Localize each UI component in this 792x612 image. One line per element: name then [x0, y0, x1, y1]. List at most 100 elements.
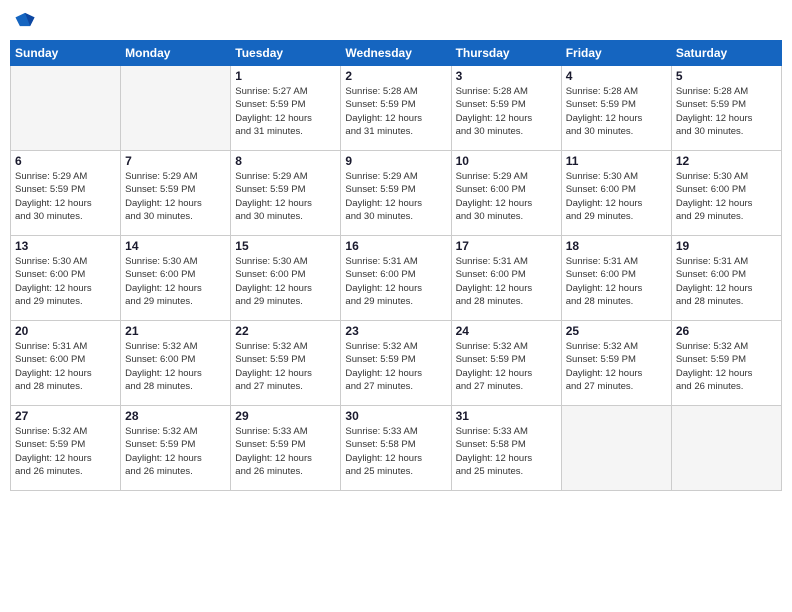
day-number: 3	[456, 69, 557, 83]
day-number: 31	[456, 409, 557, 423]
day-number: 4	[566, 69, 667, 83]
day-number: 16	[345, 239, 446, 253]
calendar-header-row: SundayMondayTuesdayWednesdayThursdayFrid…	[11, 41, 782, 66]
day-info: Sunrise: 5:27 AM Sunset: 5:59 PM Dayligh…	[235, 85, 336, 138]
calendar-cell: 19 Sunrise: 5:31 AM Sunset: 6:00 PM Dayli…	[671, 236, 781, 321]
day-number: 8	[235, 154, 336, 168]
day-number: 1	[235, 69, 336, 83]
calendar-cell: 29Sunrise: 5:33 AM Sunset: 5:59 PM Dayli…	[231, 406, 341, 491]
day-number: 13	[15, 239, 116, 253]
day-number: 18	[566, 239, 667, 253]
day-number: 30	[345, 409, 446, 423]
day-info: Sunrise: 5:32 AM Sunset: 5:59 PM Dayligh…	[345, 340, 446, 393]
weekday-header-sunday: Sunday	[11, 41, 121, 66]
calendar-cell: 26 Sunrise: 5:32 AM Sunset: 5:59 PM Dayli…	[671, 321, 781, 406]
day-number: 17	[456, 239, 557, 253]
day-info: Sunrise: 5:31 AM Sunset: 6:00 PM Dayligh…	[676, 255, 777, 308]
day-info: Sunrise: 5:32 AM Sunset: 5:59 PM Dayligh…	[456, 340, 557, 393]
calendar-cell: 9 Sunrise: 5:29 AM Sunset: 5:59 PM Daylig…	[341, 151, 451, 236]
day-info: Sunrise: 5:32 AM Sunset: 5:59 PM Dayligh…	[676, 340, 777, 393]
day-info: Sunrise: 5:31 AM Sunset: 6:00 PM Dayligh…	[345, 255, 446, 308]
calendar-cell: 23 Sunrise: 5:32 AM Sunset: 5:59 PM Dayli…	[341, 321, 451, 406]
day-info: Sunrise: 5:32 AM Sunset: 5:59 PM Dayligh…	[235, 340, 336, 393]
day-info: Sunrise: 5:29 AM Sunset: 5:59 PM Dayligh…	[125, 170, 226, 223]
calendar-cell: 16 Sunrise: 5:31 AM Sunset: 6:00 PM Dayli…	[341, 236, 451, 321]
calendar-cell	[121, 66, 231, 151]
day-number: 22	[235, 324, 336, 338]
day-number: 23	[345, 324, 446, 338]
day-info: Sunrise: 5:29 AM Sunset: 5:59 PM Dayligh…	[345, 170, 446, 223]
calendar-cell: 8Sunrise: 5:29 AM Sunset: 5:59 PM Daylig…	[231, 151, 341, 236]
calendar-cell: 10Sunrise: 5:29 AM Sunset: 6:00 PM Dayli…	[451, 151, 561, 236]
week-row-2: 6 Sunrise: 5:29 AM Sunset: 5:59 PM Daylig…	[11, 151, 782, 236]
day-number: 19	[676, 239, 777, 253]
day-number: 6	[15, 154, 116, 168]
calendar-cell: 3Sunrise: 5:28 AM Sunset: 5:59 PM Daylig…	[451, 66, 561, 151]
calendar-cell: 24 Sunrise: 5:32 AM Sunset: 5:59 PM Dayli…	[451, 321, 561, 406]
calendar-cell	[671, 406, 781, 491]
day-info: Sunrise: 5:32 AM Sunset: 5:59 PM Dayligh…	[125, 425, 226, 478]
day-number: 27	[15, 409, 116, 423]
day-number: 7	[125, 154, 226, 168]
weekday-header-friday: Friday	[561, 41, 671, 66]
day-info: Sunrise: 5:32 AM Sunset: 5:59 PM Dayligh…	[15, 425, 116, 478]
day-info: Sunrise: 5:31 AM Sunset: 6:00 PM Dayligh…	[456, 255, 557, 308]
calendar-cell: 2Sunrise: 5:28 AM Sunset: 5:59 PM Daylig…	[341, 66, 451, 151]
weekday-header-wednesday: Wednesday	[341, 41, 451, 66]
calendar-cell: 22 Sunrise: 5:32 AM Sunset: 5:59 PM Dayli…	[231, 321, 341, 406]
day-info: Sunrise: 5:30 AM Sunset: 6:00 PM Dayligh…	[125, 255, 226, 308]
day-info: Sunrise: 5:32 AM Sunset: 6:00 PM Dayligh…	[125, 340, 226, 393]
day-number: 15	[235, 239, 336, 253]
day-info: Sunrise: 5:32 AM Sunset: 5:59 PM Dayligh…	[566, 340, 667, 393]
day-info: Sunrise: 5:30 AM Sunset: 6:00 PM Dayligh…	[566, 170, 667, 223]
calendar-cell	[561, 406, 671, 491]
page-header	[10, 10, 782, 32]
calendar-cell: 28Sunrise: 5:32 AM Sunset: 5:59 PM Dayli…	[121, 406, 231, 491]
day-number: 14	[125, 239, 226, 253]
calendar-cell: 21 Sunrise: 5:32 AM Sunset: 6:00 PM Dayli…	[121, 321, 231, 406]
day-info: Sunrise: 5:28 AM Sunset: 5:59 PM Dayligh…	[676, 85, 777, 138]
weekday-header-saturday: Saturday	[671, 41, 781, 66]
day-info: Sunrise: 5:29 AM Sunset: 6:00 PM Dayligh…	[456, 170, 557, 223]
weekday-header-monday: Monday	[121, 41, 231, 66]
day-number: 25	[566, 324, 667, 338]
day-info: Sunrise: 5:30 AM Sunset: 6:00 PM Dayligh…	[676, 170, 777, 223]
week-row-4: 20Sunrise: 5:31 AM Sunset: 6:00 PM Dayli…	[11, 321, 782, 406]
day-info: Sunrise: 5:31 AM Sunset: 6:00 PM Dayligh…	[15, 340, 116, 393]
day-number: 21	[125, 324, 226, 338]
week-row-1: 1 Sunrise: 5:27 AM Sunset: 5:59 PM Daylig…	[11, 66, 782, 151]
week-row-5: 27 Sunrise: 5:32 AM Sunset: 5:59 PM Dayli…	[11, 406, 782, 491]
logo	[14, 10, 40, 32]
day-info: Sunrise: 5:30 AM Sunset: 6:00 PM Dayligh…	[235, 255, 336, 308]
day-info: Sunrise: 5:31 AM Sunset: 6:00 PM Dayligh…	[566, 255, 667, 308]
calendar-cell: 1 Sunrise: 5:27 AM Sunset: 5:59 PM Daylig…	[231, 66, 341, 151]
calendar-cell: 6 Sunrise: 5:29 AM Sunset: 5:59 PM Daylig…	[11, 151, 121, 236]
day-info: Sunrise: 5:33 AM Sunset: 5:59 PM Dayligh…	[235, 425, 336, 478]
calendar-cell: 18 Sunrise: 5:31 AM Sunset: 6:00 PM Dayli…	[561, 236, 671, 321]
day-info: Sunrise: 5:33 AM Sunset: 5:58 PM Dayligh…	[345, 425, 446, 478]
calendar-cell	[11, 66, 121, 151]
day-number: 11	[566, 154, 667, 168]
calendar-cell: 31 Sunrise: 5:33 AM Sunset: 5:58 PM Dayli…	[451, 406, 561, 491]
weekday-header-tuesday: Tuesday	[231, 41, 341, 66]
day-number: 24	[456, 324, 557, 338]
calendar-cell: 15 Sunrise: 5:30 AM Sunset: 6:00 PM Dayli…	[231, 236, 341, 321]
logo-icon	[14, 10, 36, 32]
day-number: 2	[345, 69, 446, 83]
week-row-3: 13 Sunrise: 5:30 AM Sunset: 6:00 PM Dayli…	[11, 236, 782, 321]
day-info: Sunrise: 5:28 AM Sunset: 5:59 PM Dayligh…	[566, 85, 667, 138]
weekday-header-thursday: Thursday	[451, 41, 561, 66]
calendar-cell: 13 Sunrise: 5:30 AM Sunset: 6:00 PM Dayli…	[11, 236, 121, 321]
day-info: Sunrise: 5:30 AM Sunset: 6:00 PM Dayligh…	[15, 255, 116, 308]
calendar-cell: 11 Sunrise: 5:30 AM Sunset: 6:00 PM Dayli…	[561, 151, 671, 236]
calendar-table: SundayMondayTuesdayWednesdayThursdayFrid…	[10, 40, 782, 491]
day-info: Sunrise: 5:29 AM Sunset: 5:59 PM Dayligh…	[15, 170, 116, 223]
day-info: Sunrise: 5:33 AM Sunset: 5:58 PM Dayligh…	[456, 425, 557, 478]
day-number: 26	[676, 324, 777, 338]
calendar-cell: 17 Sunrise: 5:31 AM Sunset: 6:00 PM Dayli…	[451, 236, 561, 321]
day-number: 12	[676, 154, 777, 168]
calendar-cell: 30 Sunrise: 5:33 AM Sunset: 5:58 PM Dayli…	[341, 406, 451, 491]
day-number: 9	[345, 154, 446, 168]
calendar-cell: 20Sunrise: 5:31 AM Sunset: 6:00 PM Dayli…	[11, 321, 121, 406]
day-number: 5	[676, 69, 777, 83]
